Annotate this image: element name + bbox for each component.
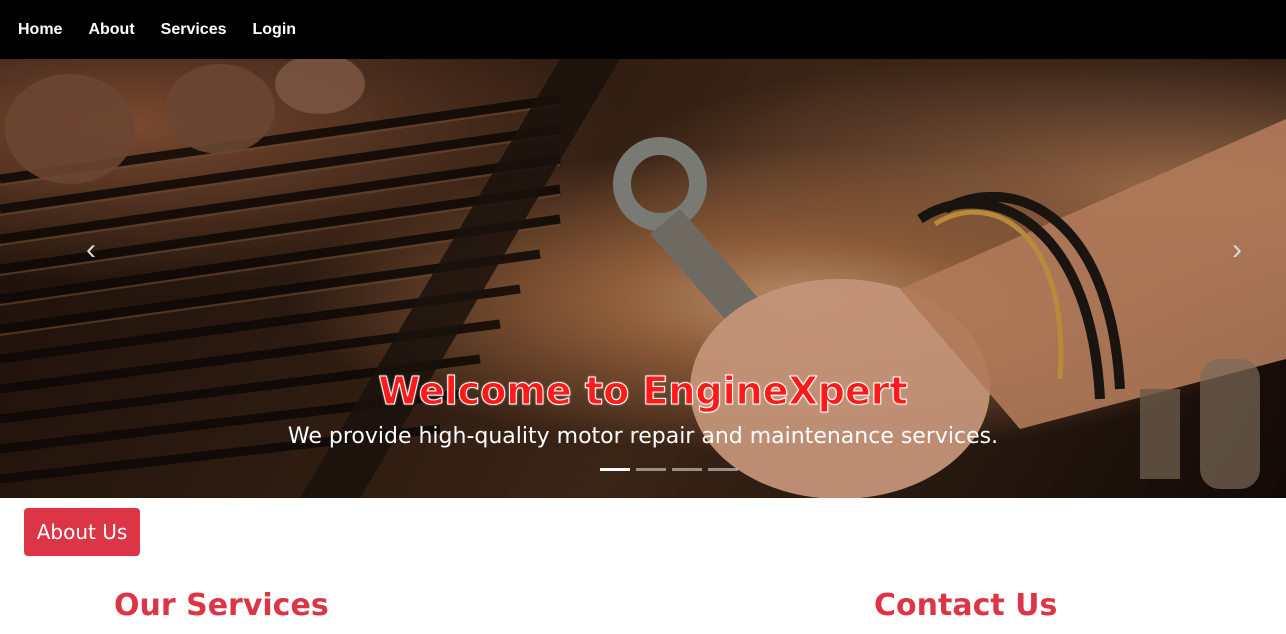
contact-heading: Contact Us (874, 588, 1058, 623)
nav-login[interactable]: Login (253, 21, 297, 39)
carousel-indicator-4[interactable] (708, 468, 738, 471)
chevron-left-icon[interactable]: ‹ (86, 235, 96, 265)
services-heading: Our Services (114, 588, 329, 623)
nav-about[interactable]: About (88, 21, 134, 39)
about-us-button[interactable]: About Us (24, 508, 140, 556)
nav-services[interactable]: Services (161, 21, 227, 39)
carousel-indicator-2[interactable] (636, 468, 666, 471)
top-navbar: Home About Services Login (0, 0, 1286, 59)
carousel-indicator-3[interactable] (672, 468, 702, 471)
hero-subtitle: We provide high-quality motor repair and… (287, 424, 999, 449)
hero-carousel: ‹ › Welcome to EngineXpert We provide hi… (0, 59, 1286, 498)
carousel-indicator-1[interactable] (600, 468, 630, 471)
nav-home[interactable]: Home (18, 21, 62, 39)
hero-title: Welcome to EngineXpert (378, 369, 908, 414)
chevron-right-icon[interactable]: › (1232, 235, 1242, 265)
carousel-indicators (600, 468, 738, 471)
